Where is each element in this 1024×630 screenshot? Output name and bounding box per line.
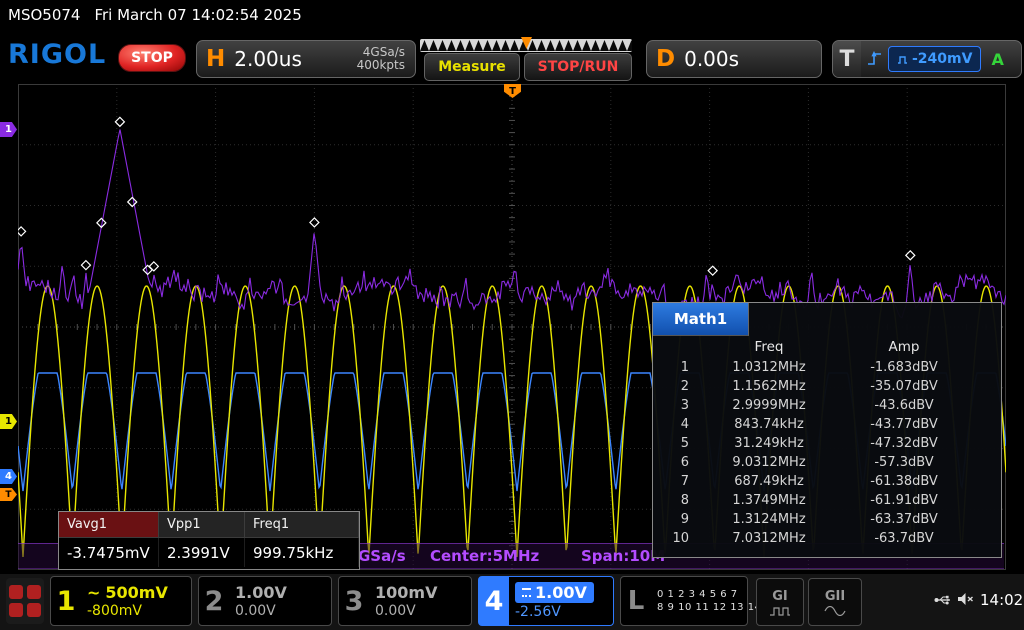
measurement-label: Vavg1 — [59, 512, 159, 538]
fft-center-frequency: Center:5MHz — [430, 547, 539, 565]
trigger-slope-icon — [866, 50, 884, 68]
measurement-value: -3.7475mV — [59, 538, 159, 567]
trigger-level-value: -240mV — [912, 51, 972, 67]
channel1-coupling-icon: ~ — [87, 583, 100, 602]
channel-status-bar: 1 ~ 500mV -800mV 2 1.00V 0.00V 3 100mV 0… — [0, 574, 1024, 630]
channel3-offset: 0.00V — [375, 603, 437, 619]
channel4-number: 4 — [479, 577, 509, 625]
trigger-level-pill[interactable]: -240mV — [888, 46, 981, 72]
menu-grid-icon — [9, 603, 23, 617]
math-table-row: 21.1562MHz-35.07dBV — [653, 377, 1001, 396]
math-table-row: 81.3749MHz-61.91dBV — [653, 491, 1001, 510]
channel3-status-box[interactable]: 3 100mV 0.00V — [338, 576, 472, 626]
rigol-logo: RIGOL — [8, 39, 106, 70]
datetime: Fri March 07 14:02:54 2025 — [94, 6, 301, 24]
math-table-header: Freq Amp — [653, 336, 1001, 358]
channel1-level-marker[interactable]: 1 — [0, 414, 17, 429]
sample-rate: 4GSa/s — [363, 45, 405, 59]
channel4-offset: -2.56V — [515, 604, 594, 620]
math-table-row: 91.3124MHz-63.37dBV — [653, 510, 1001, 529]
channel1-status-box[interactable]: 1 ~ 500mV -800mV — [50, 576, 192, 626]
digital-channels-box[interactable]: L 0 1 2 3 4 5 6 7 8 9 10 11 12 13 14 15 — [620, 576, 748, 626]
math1-results-panel[interactable]: Math1 Freq Amp 11.0312MHz-1.683dBV21.156… — [652, 302, 1002, 558]
h-label: H — [206, 46, 225, 72]
math-table-row: 531.249kHz-47.32dBV — [653, 434, 1001, 453]
top-info-bar: MSO5074 Fri March 07 14:02:54 2025 — [0, 0, 1024, 30]
menu-grid-icon — [9, 585, 23, 599]
measurement-popup[interactable]: Vavg1 Vpp1 Freq1 -3.7475mV 2.3991V 999.7… — [58, 511, 360, 570]
math-table-row: 107.0312MHz-63.7dBV — [653, 529, 1001, 548]
trigger-position-ribbon[interactable] — [420, 37, 632, 50]
channel1-number: 1 — [51, 586, 81, 617]
generator2-button[interactable]: GII — [808, 578, 862, 626]
measure-button[interactable]: Measure — [424, 53, 520, 81]
channel4-scale-pill: 1.00V — [515, 582, 594, 603]
channel4-level-marker[interactable]: 4 — [0, 469, 17, 484]
digital-label: L — [621, 586, 651, 616]
menu-grid-icon — [27, 603, 41, 617]
oscilloscope-screen: MSO5074 Fri March 07 14:02:54 2025 RIGOL… — [0, 0, 1024, 630]
menu-grid-icon — [27, 585, 41, 599]
math-table-row: 69.0312MHz-57.3dBV — [653, 453, 1001, 472]
channel4-status-box[interactable]: 4 1.00V -2.56V — [478, 576, 614, 626]
math1-tab[interactable]: Math1 — [653, 303, 749, 336]
channel2-offset: 0.00V — [235, 603, 287, 619]
measurement-label: Freq1 — [245, 512, 359, 538]
memory-depth: 400kpts — [357, 58, 405, 72]
trigger-mode: A — [991, 50, 1003, 69]
channel2-status-box[interactable]: 2 1.00V 0.00V — [198, 576, 332, 626]
usb-icon — [934, 594, 952, 606]
channel2-scale: 1.00V — [235, 583, 287, 602]
math-sample-rate: GSa/s — [358, 547, 406, 565]
math-table-row: 4843.74kHz-43.77dBV — [653, 415, 1001, 434]
math-table-row: 7687.49kHz-61.38dBV — [653, 472, 1001, 491]
generator1-button[interactable]: GI — [756, 578, 804, 626]
acquisition-info: 4GSa/s 400kpts — [357, 46, 405, 72]
square-wave-icon — [769, 606, 791, 616]
trigger-box[interactable]: T -240mV A — [832, 40, 1022, 78]
math1-level-marker[interactable]: 1 — [0, 122, 17, 137]
t-label: T — [833, 41, 861, 77]
channel4-scale: 1.00V — [535, 583, 587, 602]
math-table-row: 32.9999MHz-43.6dBV — [653, 396, 1001, 415]
delay-value: 0.00s — [684, 47, 739, 71]
menu-button[interactable] — [6, 578, 44, 624]
channel3-scale: 100mV — [375, 583, 437, 602]
run-state-badge[interactable]: STOP — [118, 44, 186, 72]
speaker-muted-icon — [957, 592, 974, 606]
channel1-scale: 500mV — [105, 583, 167, 602]
column-header-freq: Freq — [699, 339, 839, 355]
channel1-offset: -800mV — [87, 603, 168, 619]
measurement-value: 2.3991V — [159, 538, 245, 567]
timebase-value: 2.00us — [234, 47, 302, 71]
header-bar: RIGOL STOP H 2.00us 4GSa/s 400kpts — [0, 30, 1024, 84]
channel2-number: 2 — [199, 586, 229, 617]
column-header-amp: Amp — [839, 339, 969, 355]
trigger-level-marker[interactable]: T — [0, 488, 17, 501]
math-table-row: 11.0312MHz-1.683dBV — [653, 358, 1001, 377]
sine-wave-icon — [824, 606, 846, 616]
horizontal-timebase-box[interactable]: H 2.00us 4GSa/s 400kpts — [196, 40, 416, 78]
model-name: MSO5074 — [8, 6, 80, 24]
pulse-icon — [897, 54, 908, 65]
channel3-number: 3 — [339, 586, 369, 617]
d-label: D — [656, 46, 675, 72]
delay-box[interactable]: D 0.00s — [646, 40, 822, 78]
dc-coupling-icon — [522, 588, 531, 597]
clock: 14:02 — [980, 591, 1023, 609]
stop-run-button[interactable]: STOP/RUN — [524, 53, 632, 81]
measurement-value: 999.75kHz — [245, 538, 359, 567]
math-table-rows: 11.0312MHz-1.683dBV21.1562MHz-35.07dBV32… — [653, 358, 1001, 548]
measurement-label: Vpp1 — [159, 512, 245, 538]
